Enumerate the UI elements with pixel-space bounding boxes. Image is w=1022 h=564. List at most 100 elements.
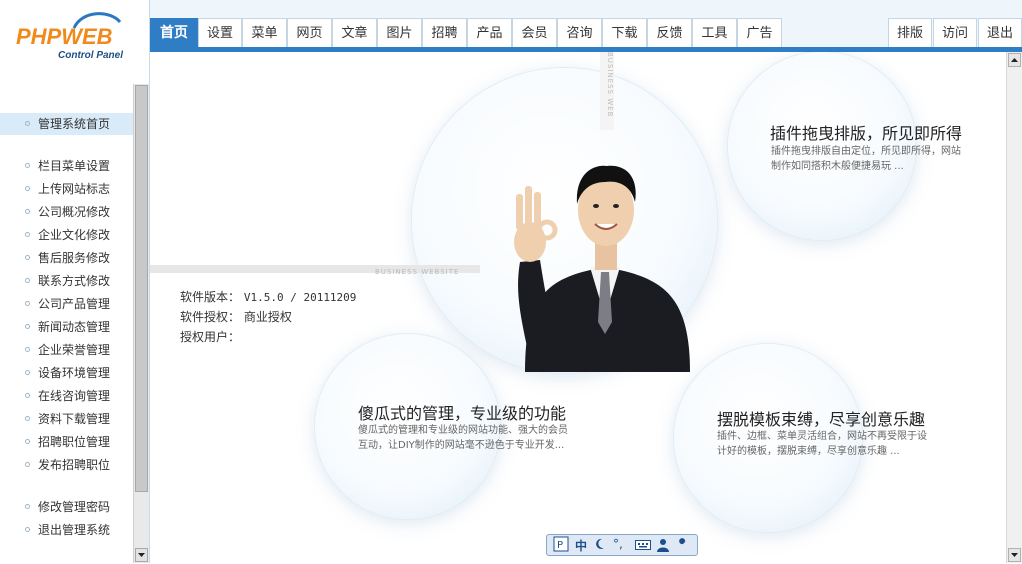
- sidebar-item[interactable]: 发布招聘职位: [0, 454, 133, 476]
- sidebar-item-label: 公司产品管理: [38, 297, 111, 311]
- sidebar-item[interactable]: 修改管理密码: [0, 496, 133, 518]
- sidebar-item[interactable]: 上传网站标志: [0, 178, 133, 200]
- nav-tab-6[interactable]: 招聘: [422, 18, 467, 47]
- businessman-ok-gesture-image: [514, 165, 690, 372]
- sidebar-item[interactable]: 资料下载管理: [0, 408, 133, 430]
- bullet-circle-icon: [25, 462, 30, 467]
- main-content: BUSINESS WEB BUSINESS WEBSITE 软件版本： V1.5…: [150, 52, 1006, 563]
- sidebar-item[interactable]: 设备环境管理: [0, 362, 133, 384]
- nav-tab-0[interactable]: 首页: [150, 18, 198, 47]
- arrow-down-icon: [1011, 553, 1018, 557]
- main-scrollbar[interactable]: [1006, 52, 1022, 563]
- arrow-up-icon: [1011, 58, 1018, 62]
- bullet-circle-icon: [25, 163, 30, 168]
- nav-tab-10[interactable]: 下载: [602, 18, 647, 47]
- user-icon[interactable]: [657, 538, 669, 555]
- sidebar-item-label: 栏目菜单设置: [38, 159, 111, 173]
- nav-tab-3[interactable]: 网页: [287, 18, 332, 47]
- nav-tab-9[interactable]: 咨询: [557, 18, 602, 47]
- sidebar-item[interactable]: 在线咨询管理: [0, 385, 133, 407]
- phpweb-logo: PHPWEB Control Panel: [16, 12, 123, 61]
- sidebar-item-label: 公司概况修改: [38, 205, 111, 219]
- sidebar-item[interactable]: 退出管理系统: [0, 519, 133, 541]
- wrench-icon[interactable]: [675, 538, 689, 555]
- sidebar-scroll-down-button[interactable]: [135, 548, 148, 562]
- licensed-user-label: 授权用户：: [180, 330, 241, 344]
- ime-toolbar[interactable]: P 中 °,: [546, 534, 698, 556]
- feature-text-drag-layout: 插件拖曳排版自由定位，所见即所得，网站制作如同搭积木般便捷易玩 ...: [771, 146, 961, 172]
- bullet-circle-icon: [25, 504, 30, 509]
- bullet-circle-icon: [25, 301, 30, 306]
- nav-right-tab-0[interactable]: 排版: [888, 18, 932, 47]
- bullet-circle-icon: [25, 232, 30, 237]
- ime-punctuation-toggle[interactable]: °,: [613, 537, 623, 551]
- sidebar-item-label: 退出管理系统: [38, 523, 111, 537]
- bullet-circle-icon: [25, 255, 30, 260]
- sidebar-item[interactable]: 栏目菜单设置: [0, 155, 133, 177]
- feature-title-free-template: 摆脱模板束缚，尽享创意乐趣: [717, 410, 926, 429]
- ime-mode-toggle[interactable]: 中: [575, 537, 587, 554]
- bullet-circle-icon: [25, 393, 30, 398]
- bullet-circle-icon: [25, 186, 30, 191]
- logo-subtitle: Control Panel: [58, 50, 123, 61]
- nav-tab-2[interactable]: 菜单: [242, 18, 287, 47]
- logo-area: PHPWEB Control Panel: [0, 0, 150, 84]
- nav-tab-4[interactable]: 文章: [332, 18, 377, 47]
- sidebar-item[interactable]: 售后服务修改: [0, 247, 133, 269]
- nav-tab-13[interactable]: 广告: [737, 18, 782, 47]
- sidebar-item-label: 上传网站标志: [38, 182, 111, 196]
- software-license-row: 软件授权： 商业授权: [180, 308, 292, 325]
- bullet-circle-icon: [25, 209, 30, 214]
- sidebar-item[interactable]: 公司概况修改: [0, 201, 133, 223]
- svg-text:P: P: [557, 540, 563, 551]
- nav-tab-11[interactable]: 反馈: [647, 18, 692, 47]
- banner-vertical-text: BUSINESS WEB: [600, 52, 614, 130]
- bullet-circle-icon: [25, 370, 30, 375]
- nav-tab-12[interactable]: 工具: [692, 18, 737, 47]
- sidebar-scrollbar[interactable]: [133, 84, 149, 563]
- arrow-down-icon: [138, 553, 145, 557]
- moon-icon[interactable]: [594, 537, 606, 554]
- software-license-value: 商业授权: [243, 310, 292, 324]
- sidebar-item-label: 管理系统首页: [38, 117, 111, 131]
- sidebar-item[interactable]: 企业荣誉管理: [0, 339, 133, 361]
- licensed-user-row: 授权用户：: [180, 328, 240, 345]
- sidebar-item[interactable]: 管理系统首页: [0, 113, 133, 135]
- sidebar-item-label: 新闻动态管理: [38, 320, 111, 334]
- bullet-circle-icon: [25, 416, 30, 421]
- logo-text: PHPWEB: [16, 24, 113, 49]
- feature-title-easy-manage: 傻瓜式的管理，专业级的功能: [358, 404, 567, 423]
- sidebar-item-label: 设备环境管理: [38, 366, 111, 380]
- keyboard-icon[interactable]: [635, 539, 651, 554]
- bullet-circle-icon: [25, 121, 30, 126]
- nav-tab-8[interactable]: 会员: [512, 18, 557, 47]
- nav-right-tab-1[interactable]: 访问: [933, 18, 977, 47]
- sidebar-item[interactable]: 联系方式修改: [0, 270, 133, 292]
- sidebar-scroll-thumb[interactable]: [135, 85, 148, 492]
- software-version-label: 软件版本：: [180, 290, 241, 304]
- nav-tab-1[interactable]: 设置: [198, 18, 242, 47]
- sidebar-item-label: 企业文化修改: [38, 228, 111, 242]
- sidebar-item[interactable]: 招聘职位管理: [0, 431, 133, 453]
- main-scroll-down-button[interactable]: [1008, 548, 1021, 562]
- software-license-label: 软件授权：: [180, 310, 241, 324]
- bullet-circle-icon: [25, 439, 30, 444]
- ime-logo-icon[interactable]: P: [553, 536, 569, 555]
- software-version-value: V1.5.0 / 20111209: [243, 291, 357, 304]
- nav-tab-5[interactable]: 图片: [377, 18, 422, 47]
- sidebar-item-label: 联系方式修改: [38, 274, 111, 288]
- sidebar-item-label: 招聘职位管理: [38, 435, 111, 449]
- sidebar: 管理系统首页 栏目菜单设置 上传网站标志 公司概况修改 企业文化修改售后服务修改联系方式…: [0, 84, 150, 563]
- nav-right-tab-2[interactable]: 退出: [978, 18, 1022, 47]
- bullet-circle-icon: [25, 278, 30, 283]
- sidebar-item-label: 修改管理密码: [38, 500, 111, 514]
- feature-text-free-template: 插件、边框、菜单灵活组合，网站不再受限于设计好的模板，摆脱束缚，尽享创意乐趣 .…: [717, 431, 927, 457]
- sidebar-item[interactable]: 公司产品管理: [0, 293, 133, 315]
- sidebar-item-label: 在线咨询管理: [38, 389, 111, 403]
- bullet-circle-icon: [25, 324, 30, 329]
- sidebar-item[interactable]: 新闻动态管理: [0, 316, 133, 338]
- sidebar-item[interactable]: 企业文化修改: [0, 224, 133, 246]
- nav-tab-7[interactable]: 产品: [467, 18, 512, 47]
- main-scroll-up-button[interactable]: [1008, 53, 1021, 67]
- feature-title-drag-layout: 插件拖曳排版，所见即所得: [770, 124, 963, 143]
